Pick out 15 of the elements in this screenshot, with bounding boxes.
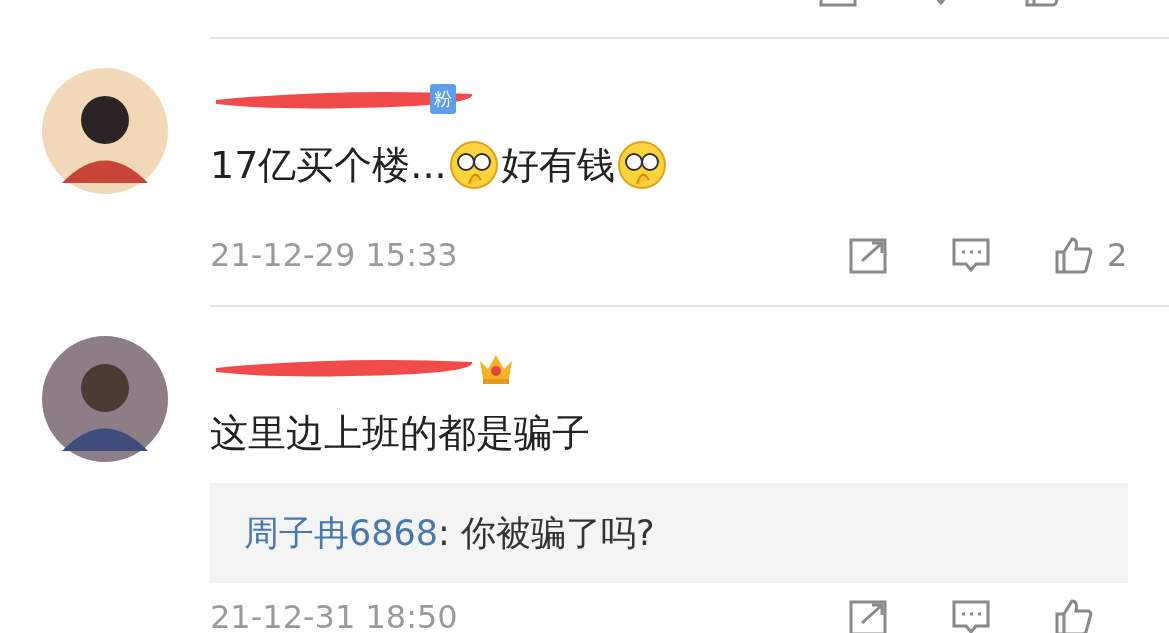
fan-badge: 粉 [430, 84, 456, 114]
reply-author-link[interactable]: 周子冉6868 [244, 512, 439, 553]
like-icon[interactable] [1054, 235, 1094, 275]
comment-time: 21-12-29 15:33 [210, 236, 458, 274]
emoji-icon [448, 140, 499, 190]
like-count: 2 [1107, 236, 1127, 274]
comment-text: 好有钱 [500, 141, 615, 189]
reply-text: 周子冉6868: 你被骗了吗? [244, 511, 655, 555]
comment-time: 21-12-31 18:50 [210, 598, 458, 633]
comment-text: 17亿买个楼... [210, 141, 447, 189]
avatar[interactable] [42, 68, 168, 194]
avatar[interactable] [42, 336, 168, 462]
like-icon[interactable] [1054, 597, 1094, 633]
comment-text: 这里边上班的都是骗子 [210, 409, 590, 457]
emoji-icon [616, 140, 667, 190]
